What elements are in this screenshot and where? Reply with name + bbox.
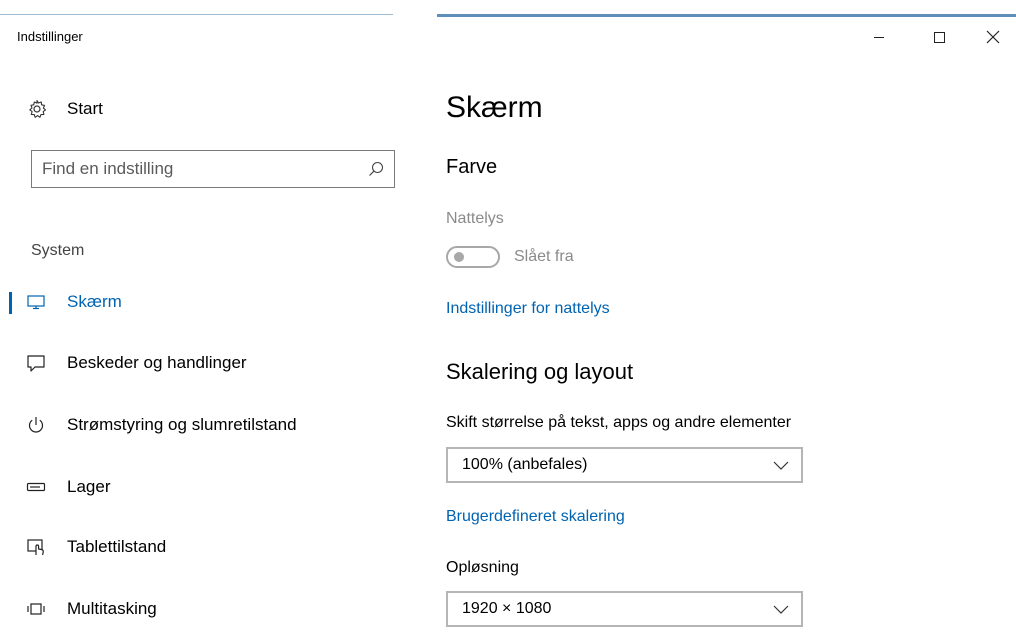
sidebar-item-label: Tablettilstand xyxy=(67,537,167,556)
chevron-down-icon xyxy=(773,461,789,470)
custom-scaling-link[interactable]: Brugerdefineret skalering xyxy=(446,508,625,526)
minimize-icon xyxy=(874,36,884,38)
maximize-button[interactable] xyxy=(916,17,962,57)
search-icon[interactable] xyxy=(368,161,384,177)
sidebar-item-skaerm[interactable]: Skærm xyxy=(0,282,420,322)
search-box[interactable] xyxy=(31,150,395,188)
color-section-heading: Farve xyxy=(446,156,498,178)
main-content: Skærm Farve Nattelys Slået fra Indstilli… xyxy=(420,57,1016,640)
window-top-border xyxy=(0,0,1016,17)
resolution-dropdown-value: 1920 × 1080 xyxy=(462,600,552,617)
storage-icon xyxy=(25,476,47,498)
resolution-dropdown[interactable]: 1920 × 1080 xyxy=(446,591,803,627)
sidebar: Start System Skærm Beskeder og handlinge… xyxy=(0,57,420,640)
night-light-label: Nattelys xyxy=(446,210,504,227)
close-button[interactable] xyxy=(970,17,1016,57)
scale-dropdown[interactable]: 100% (anbefales) xyxy=(446,447,803,483)
sidebar-section-heading: System xyxy=(31,242,85,259)
toggle-knob xyxy=(454,252,464,262)
sidebar-item-label: Skærm xyxy=(67,292,122,311)
title-bar[interactable]: Indstillinger xyxy=(0,17,1016,57)
sidebar-item-label: Beskeder og handlinger xyxy=(67,353,247,372)
search-input[interactable] xyxy=(42,151,362,187)
night-light-toggle-row: Slået fra xyxy=(446,245,574,269)
sidebar-item-label: Lager xyxy=(67,477,111,496)
minimize-button[interactable] xyxy=(856,17,902,57)
sidebar-item-storage[interactable]: Lager xyxy=(0,467,420,507)
close-icon xyxy=(986,30,1000,44)
sidebar-item-multitasking[interactable]: Multitasking xyxy=(0,589,420,629)
notifications-icon xyxy=(25,352,47,374)
night-light-settings-link[interactable]: Indstillinger for nattelys xyxy=(446,300,610,318)
scale-section-heading: Skalering og layout xyxy=(446,359,634,384)
top-border-left xyxy=(0,14,393,15)
chevron-down-icon xyxy=(773,605,789,614)
sidebar-item-notifications[interactable]: Beskeder og handlinger xyxy=(0,343,420,383)
window-title: Indstillinger xyxy=(17,29,83,44)
resolution-label: Opløsning xyxy=(446,559,519,576)
gear-icon xyxy=(27,99,47,119)
page-title: Skærm xyxy=(446,91,543,124)
night-light-toggle[interactable] xyxy=(446,246,500,268)
active-indicator xyxy=(9,292,12,314)
scale-dropdown-value: 100% (anbefales) xyxy=(462,456,588,473)
multitasking-icon xyxy=(25,598,47,620)
sidebar-item-label: Multitasking xyxy=(67,599,157,618)
sidebar-item-label: Strømstyring og slumretilstand xyxy=(67,415,297,434)
monitor-icon xyxy=(25,291,47,313)
sidebar-item-tablet-mode[interactable]: Tablettilstand xyxy=(0,527,420,567)
sidebar-item-start[interactable]: Start xyxy=(27,95,103,123)
tablet-mode-icon xyxy=(25,536,47,558)
scale-label: Skift størrelse på tekst, apps og andre … xyxy=(446,414,792,431)
sidebar-item-start-label: Start xyxy=(67,99,103,118)
night-light-state: Slået fra xyxy=(514,248,574,265)
sidebar-item-power[interactable]: Strømstyring og slumretilstand xyxy=(0,405,420,445)
maximize-icon xyxy=(933,31,945,43)
power-icon xyxy=(25,414,47,436)
